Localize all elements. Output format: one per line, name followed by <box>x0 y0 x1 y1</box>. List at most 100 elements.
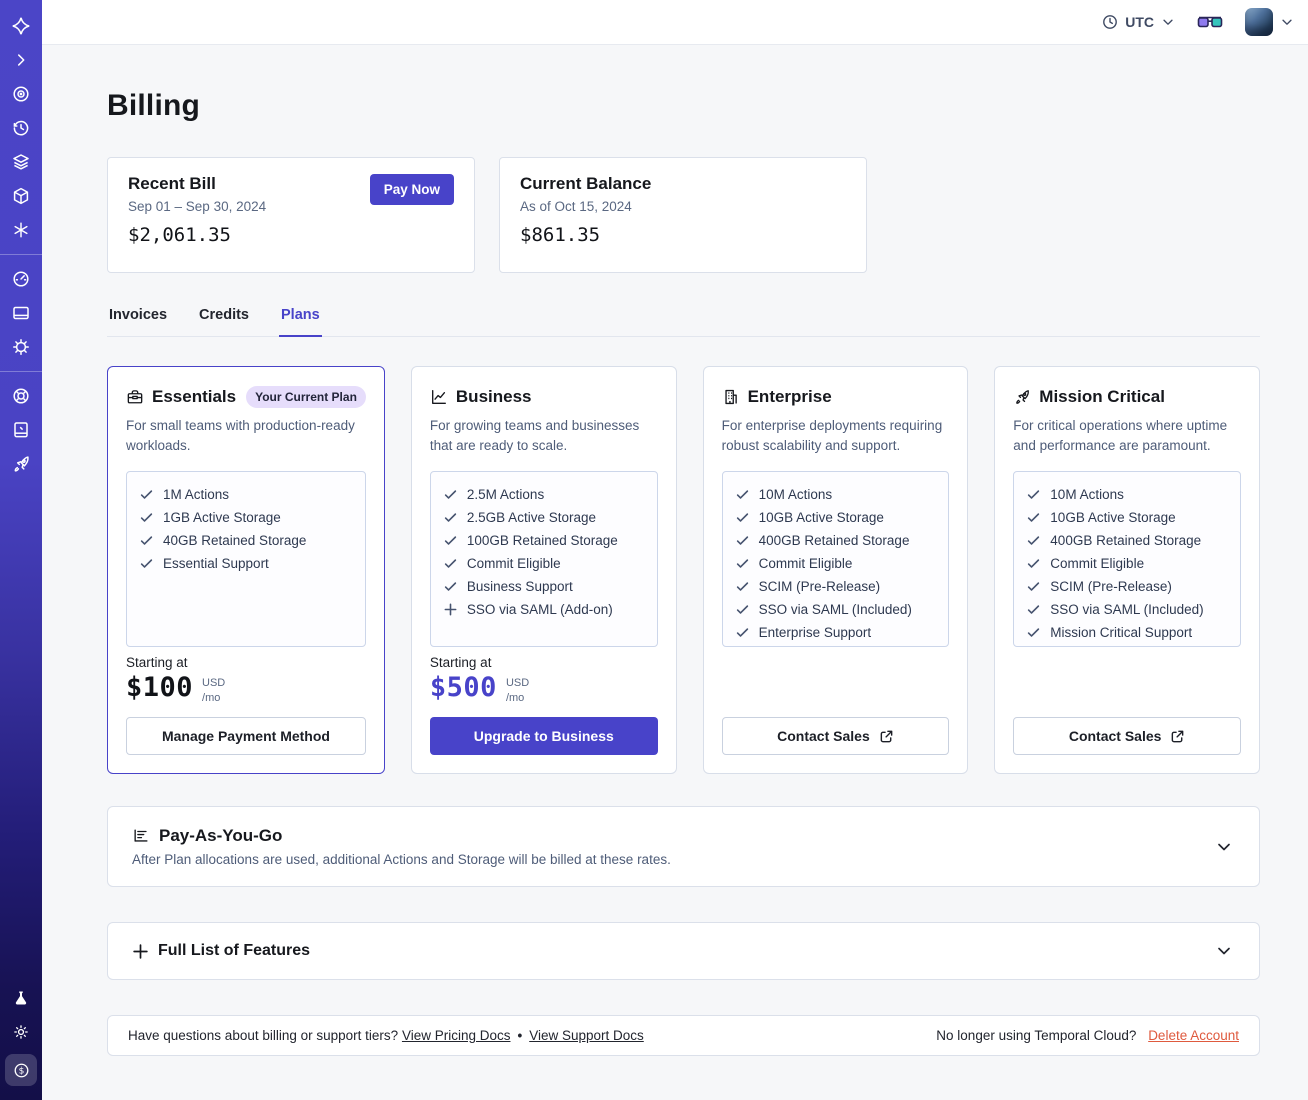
upgrade-business-button[interactable]: Upgrade to Business <box>429 717 658 755</box>
chevron-down-icon[interactable] <box>1215 838 1233 856</box>
plan-card-enterprise: Enterprise For enterprise deployments re… <box>702 366 969 774</box>
avatar[interactable] <box>1245 8 1273 36</box>
feature-label: 40GB Retained Storage <box>163 533 307 549</box>
feature-label: Commit Eligible <box>1050 556 1145 572</box>
payg-description: After Plan allocations are used, additio… <box>132 852 671 867</box>
check-icon <box>1028 628 1040 637</box>
contact-sales-button[interactable]: Contact Sales <box>1013 717 1241 755</box>
contact-sales-button[interactable]: Contact Sales <box>721 717 950 755</box>
plan-description: For enterprise deployments requiring rob… <box>721 418 943 453</box>
gauge-icon[interactable] <box>0 262 42 296</box>
chevron-down-icon[interactable] <box>1215 942 1233 960</box>
invoice-card-icon[interactable] <box>0 296 42 330</box>
flask-icon[interactable] <box>0 981 42 1015</box>
chevron-right-icon[interactable] <box>0 43 42 77</box>
payg-title: Pay-As-You-Go <box>159 826 283 845</box>
plus-icon <box>133 943 148 959</box>
full-features-accordion[interactable]: Full List of Features <box>107 922 1260 980</box>
feature-label: Commit Eligible <box>758 556 853 572</box>
feature-item: SSO via SAML (Included) <box>1026 602 1228 617</box>
plan-description: For small teams with production-ready wo… <box>126 418 355 453</box>
check-icon <box>444 513 457 522</box>
view-support-docs-link[interactable]: View Support Docs <box>529 1028 644 1043</box>
gear-icon[interactable] <box>0 330 42 364</box>
feature-item: 2.5GB Active Storage <box>443 510 645 525</box>
feature-item: Commit Eligible <box>443 556 645 571</box>
lifebuoy-icon[interactable] <box>0 379 42 413</box>
footer-right: No longer using Temporal Cloud? Delete A… <box>936 1028 1239 1043</box>
payg-header: Pay-As-You-Go <box>132 826 1235 846</box>
plan-title: Enterprise <box>747 387 832 406</box>
plan-card-business: Business For growing teams and businesse… <box>410 366 677 774</box>
feature-label: Business Support <box>466 579 573 595</box>
tab-invoices[interactable]: Invoices <box>107 307 169 336</box>
toolbox-icon <box>127 390 143 404</box>
feature-item: Essential Support <box>139 556 353 571</box>
temporal-logo-icon[interactable] <box>0 9 42 43</box>
check-icon <box>1028 605 1040 614</box>
full-features-header: Full List of Features <box>132 942 1235 960</box>
plan-header: Business <box>430 385 658 409</box>
plan-title: Business <box>455 387 532 406</box>
contact-sales-label: Contact Sales <box>1068 728 1162 744</box>
plan-footer: Contact Sales <box>1013 705 1241 755</box>
manage-payment-button[interactable]: Manage Payment Method <box>126 717 366 755</box>
feature-item: 10GB Active Storage <box>1026 510 1228 525</box>
plan-description: For growing teams and businesses that ar… <box>429 418 640 453</box>
check-icon <box>444 582 457 591</box>
tab-plans[interactable]: Plans <box>279 307 322 337</box>
chevron-down-icon <box>1282 19 1292 25</box>
book-icon[interactable] <box>0 413 42 447</box>
sidebar-divider <box>0 371 42 372</box>
layers-icon[interactable] <box>0 145 42 179</box>
glasses-icon <box>1197 16 1223 27</box>
feature-label: 2.5M Actions <box>466 487 545 503</box>
feature-label: 1M Actions <box>163 487 230 503</box>
cube-icon[interactable] <box>0 179 42 213</box>
current-balance-amount: $861.35 <box>520 224 601 246</box>
rocket-icon[interactable] <box>0 447 42 481</box>
asterisk-icon[interactable] <box>0 213 42 247</box>
price-unit: USD/mo <box>202 677 226 704</box>
current-balance-title: Current Balance <box>520 174 652 193</box>
check-icon <box>736 536 748 545</box>
view-pricing-docs-link[interactable]: View Pricing Docs <box>402 1028 511 1043</box>
feedback-glasses-button[interactable] <box>1197 15 1223 30</box>
feature-label: SCIM (Pre-Release) <box>758 579 881 595</box>
check-icon <box>736 490 748 499</box>
check-icon <box>736 582 748 591</box>
feature-item: 10M Actions <box>735 487 937 502</box>
feature-item: 40GB Retained Storage <box>139 533 353 548</box>
plan-footer: Contact Sales <box>721 705 950 755</box>
chevron-down-icon <box>1163 19 1173 25</box>
plan-features-box: 10M Actions 10GB Active Storage 400GB Re… <box>721 471 950 648</box>
feature-item: 100GB Retained Storage <box>443 533 645 548</box>
check-icon <box>140 536 153 545</box>
feature-item: 2.5M Actions <box>443 487 645 502</box>
feature-item: SSO via SAML (Included) <box>735 602 937 617</box>
payg-accordion[interactable]: Pay-As-You-Go After Plan allocations are… <box>107 806 1260 887</box>
summary-row: Recent Bill Sep 01 – Sep 30, 2024 $2,061… <box>107 157 1260 273</box>
check-icon <box>140 513 153 522</box>
feature-label: Commit Eligible <box>466 556 561 572</box>
feature-label: SSO via SAML (Add-on) <box>466 602 613 618</box>
feature-label: SSO via SAML (Included) <box>1050 602 1204 618</box>
user-menu[interactable] <box>1245 8 1294 36</box>
delete-account-link[interactable]: Delete Account <box>1148 1028 1239 1043</box>
footer-bar: Have questions about billing or support … <box>107 1015 1260 1056</box>
feature-item: Mission Critical Support <box>1026 625 1228 640</box>
sun-icon[interactable] <box>0 1015 42 1049</box>
plan-features-box: 1M Actions 1GB Active Storage 40GB Retai… <box>126 471 366 648</box>
timezone-selector[interactable]: UTC <box>1102 14 1175 30</box>
target-icon[interactable] <box>0 77 42 111</box>
feature-label: 10GB Active Storage <box>758 510 884 526</box>
check-icon <box>736 628 748 637</box>
plan-header: Mission Critical <box>1013 385 1241 409</box>
plan-footer: Starting at $100 USD/mo Manage Payment M… <box>126 655 366 755</box>
billing-active-button[interactable]: $ <box>5 1054 37 1086</box>
pay-now-button[interactable]: Pay Now <box>369 174 454 205</box>
tab-credits[interactable]: Credits <box>197 307 251 336</box>
clock-history-icon[interactable] <box>0 111 42 145</box>
feature-label: SCIM (Pre-Release) <box>1050 579 1172 595</box>
feature-item: 400GB Retained Storage <box>1026 533 1228 548</box>
